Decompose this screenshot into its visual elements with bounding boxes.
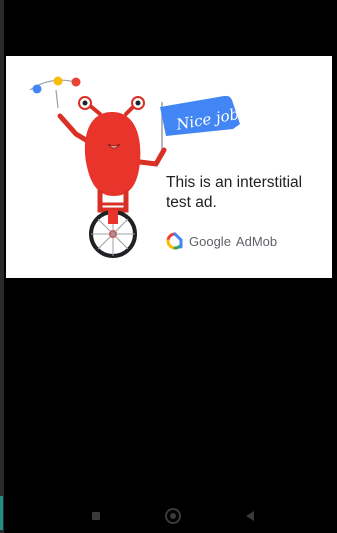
app-screen: Nice job! This is an interstitial test a… [0,0,337,533]
screen-left-edge [0,0,4,533]
brand-admob-text: AdMob [235,233,278,249]
home-circle-icon [165,508,181,524]
system-navigation-bar [0,496,337,533]
ad-message-line2: test ad. [166,194,217,211]
interstitial-ad-card[interactable]: Nice job! This is an interstitial test a… [6,56,332,278]
juggling-balls-icon [29,76,81,109]
admob-logo-icon [166,232,183,250]
home-button[interactable] [161,504,185,528]
recents-square-icon [92,512,100,520]
back-triangle-icon [246,511,254,521]
brand-google-text: Google [189,233,231,249]
admob-brand: Google AdMob [166,230,277,252]
unicycle-wheel-icon [89,210,137,258]
back-button[interactable] [238,504,262,528]
ad-message: This is an interstitial test ad. [166,173,326,213]
ad-message-line1: This is an interstitial [166,174,303,191]
recents-button[interactable] [84,504,108,528]
